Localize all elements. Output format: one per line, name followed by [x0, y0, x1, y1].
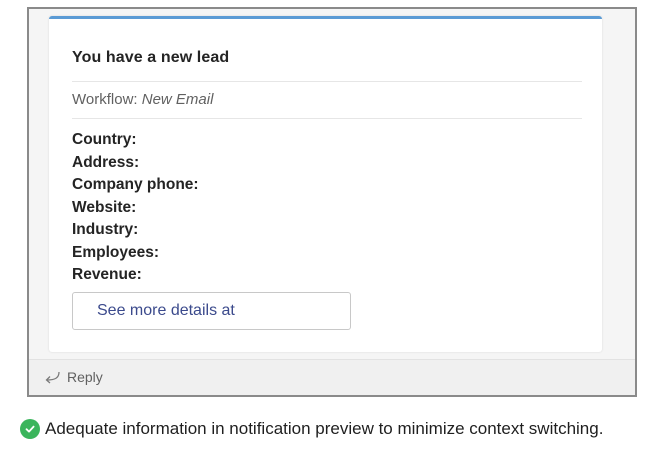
lead-notification-card: You have a new lead Workflow: New Email …	[49, 16, 602, 352]
caption: Adequate information in notification pre…	[20, 419, 603, 439]
card-title: You have a new lead	[72, 49, 230, 66]
workflow-divider	[72, 118, 582, 119]
lead-fields-list: Country: Address: Company phone: Website…	[72, 129, 199, 287]
card-area: You have a new lead Workflow: New Email …	[29, 9, 635, 359]
reply-label: Reply	[67, 369, 103, 385]
notification-preview-frame: You have a new lead Workflow: New Email …	[27, 7, 637, 397]
field-company-phone: Company phone:	[72, 176, 199, 193]
field-industry: Industry:	[72, 221, 139, 238]
workflow-value: New Email	[141, 91, 214, 108]
title-divider	[72, 81, 582, 82]
workflow-label: Workflow:	[72, 91, 138, 108]
check-circle-icon	[20, 419, 40, 439]
workflow-line: Workflow: New Email	[72, 91, 213, 108]
field-website: Website:	[72, 198, 137, 216]
reply-bar: Reply	[29, 359, 635, 395]
field-address: Address:	[72, 153, 140, 171]
see-more-details-button[interactable]: See more details at	[72, 292, 351, 330]
field-revenue: Revenue:	[72, 266, 142, 283]
reply-arrow-icon	[45, 371, 60, 384]
field-country: Country:	[72, 131, 137, 148]
caption-text: Adequate information in notification pre…	[45, 419, 604, 438]
field-employees: Employees:	[72, 243, 160, 261]
reply-button[interactable]: Reply	[43, 369, 103, 385]
